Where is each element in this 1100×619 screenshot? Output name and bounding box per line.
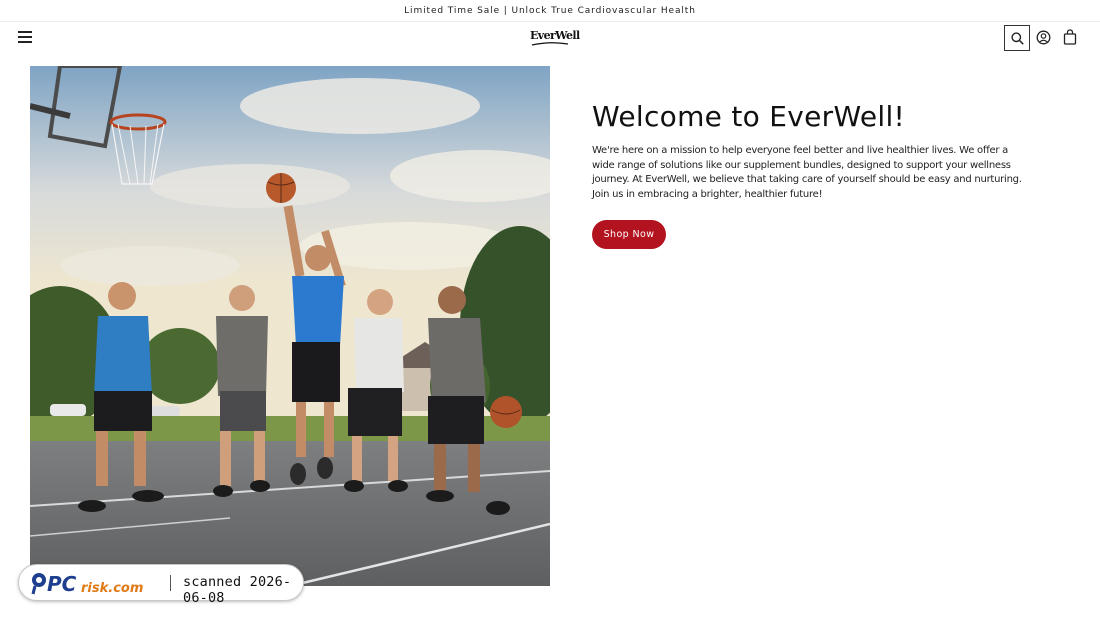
shop-now-button[interactable]: Shop Now xyxy=(592,220,666,249)
hero-content: Welcome to EverWell! We're here on a mis… xyxy=(592,100,1032,202)
watermark-divider xyxy=(170,575,171,591)
announcement-text: Limited Time Sale | Unlock True Cardiova… xyxy=(404,5,696,16)
basketball-players-photo xyxy=(30,66,550,586)
pcrisk-logo: PC risk.com xyxy=(31,572,143,596)
site-header: EverWell xyxy=(0,22,1100,54)
svg-text:PC: PC xyxy=(47,572,77,596)
pcrisk-watermark: PC risk.com scanned 2026-06-08 xyxy=(18,564,304,606)
logo-swoosh-icon xyxy=(531,42,569,46)
account-button[interactable] xyxy=(1036,30,1051,45)
watermark-text: scanned 2026-06-08 xyxy=(183,574,292,606)
cart-button[interactable] xyxy=(1063,29,1077,45)
announcement-bar: Limited Time Sale | Unlock True Cardiova… xyxy=(0,0,1100,22)
account-icon xyxy=(1036,30,1051,45)
hero-description: We're here on a mission to help everyone… xyxy=(592,145,1022,200)
shopping-bag-icon xyxy=(1063,29,1077,45)
svg-text:risk.com: risk.com xyxy=(81,581,143,596)
hero-image xyxy=(30,66,550,586)
search-button[interactable] xyxy=(1004,25,1030,51)
search-icon xyxy=(1010,31,1024,45)
hamburger-menu-icon[interactable] xyxy=(18,31,32,43)
brand-logo[interactable]: EverWell xyxy=(530,29,580,47)
hero-title: Welcome to EverWell! xyxy=(592,100,906,133)
